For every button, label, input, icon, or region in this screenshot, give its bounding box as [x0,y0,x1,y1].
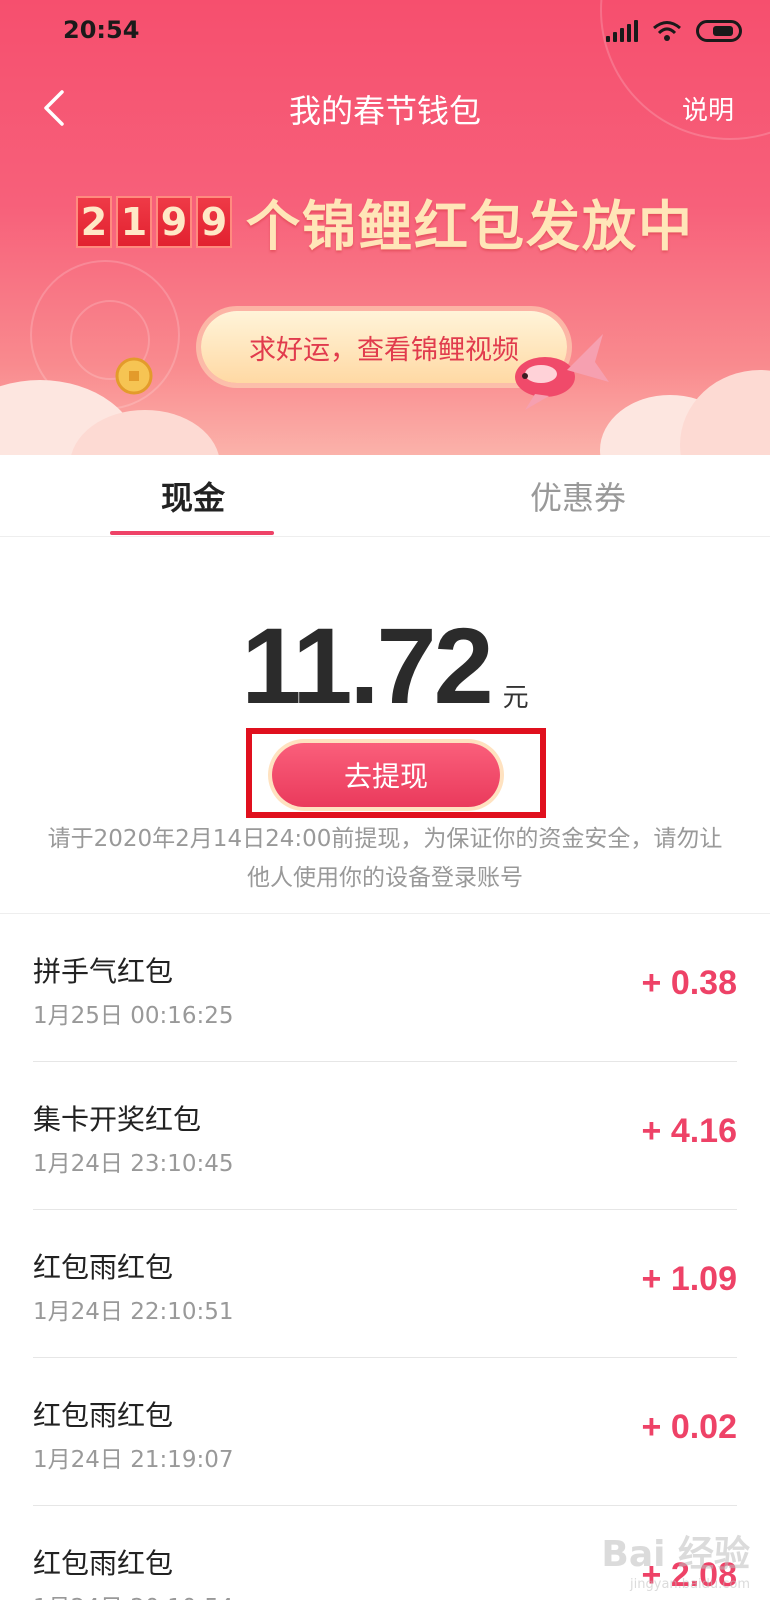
record-title: 拼手气红包 [33,955,174,988]
balance: 11.72 元 [0,612,770,720]
nav-bar: 我的春节钱包 说明 [0,76,770,140]
wifi-icon [653,21,681,41]
decor-cloud [680,370,770,455]
counter-digit: 1 [116,195,152,248]
headline-text: 个锦鲤红包发放中 [246,195,694,258]
active-tab-indicator [110,531,274,535]
watermark-brand: Bai 经验 [601,1534,750,1575]
list-item[interactable]: 红包雨红包 1月24日 21:19:07 + 0.02 [33,1358,737,1506]
headline: 2 1 9 9 个锦鲤红包发放中 [0,182,770,261]
wallet-tabs: 现金 优惠券 [0,455,770,537]
list-item[interactable]: 集卡开奖红包 1月24日 23:10:45 + 4.16 [33,1062,737,1210]
signal-icon [606,20,638,42]
coin-icon [115,357,153,395]
explain-link[interactable]: 说明 [682,90,734,127]
record-time: 1月24日 20:10:54 [33,1588,234,1600]
withdraw-notice: 请于2020年2月14日24:00前提现，为保证你的资金安全，请勿让他人使用你的… [47,826,723,891]
counter-digit: 2 [76,195,112,248]
tab-coupon[interactable]: 优惠券 [478,473,678,519]
record-amount: + 1.09 [641,1260,737,1298]
balance-unit: 元 [502,683,529,713]
status-bar: 20:54 [0,0,770,64]
record-list: 拼手气红包 1月25日 00:16:25 + 0.38 集卡开奖红包 1月24日… [0,914,770,1600]
balance-amount: 11.72 [241,605,493,726]
counter-digit: 9 [196,195,232,248]
record-title: 集卡开奖红包 [33,1103,202,1136]
record-amount: + 4.16 [641,1112,737,1150]
list-item[interactable]: 拼手气红包 1月25日 00:16:25 + 0.38 [33,914,737,1062]
record-amount: + 0.02 [641,1408,737,1446]
tab-cash[interactable]: 现金 [93,473,293,519]
record-amount: + 0.38 [641,964,737,1002]
list-item[interactable]: 红包雨红包 1月24日 22:10:51 + 1.09 [33,1210,737,1358]
record-title: 红包雨红包 [33,1251,174,1284]
withdraw-button[interactable]: 去提现 [272,743,500,807]
record-title: 红包雨红包 [33,1399,174,1432]
watermark-url: jingyan.baidu.com [630,1577,750,1592]
battery-icon [696,20,742,42]
record-title: 红包雨红包 [33,1547,174,1580]
status-time: 20:54 [63,16,140,44]
record-time: 1月24日 21:19:07 [33,1447,234,1473]
koi-fish-icon [515,334,609,410]
counter-digit: 9 [156,195,192,248]
header-banner: 20:54 我的春节钱包 说明 2 1 9 9 个锦鲤红包发放中 求好运，查看锦… [0,0,770,455]
page-title: 我的春节钱包 [288,92,481,130]
counter-digits: 2 1 9 9 [76,195,232,248]
record-time: 1月24日 23:10:45 [33,1151,234,1177]
watermark-logo: Bai 经验 jingyan.baidu.com [601,1525,750,1592]
record-time: 1月25日 00:16:25 [33,1003,234,1029]
record-time: 1月24日 22:10:51 [33,1299,234,1325]
